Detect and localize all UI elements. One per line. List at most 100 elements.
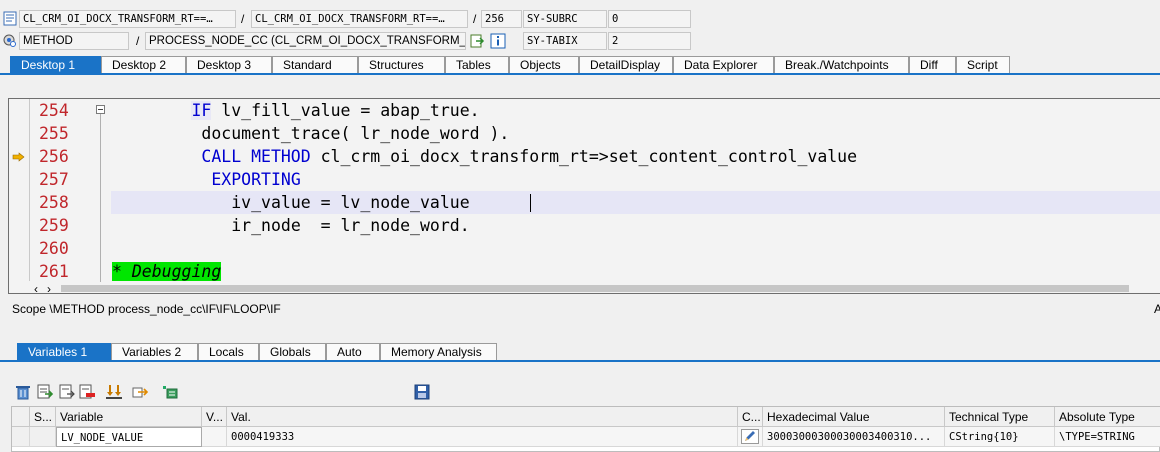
column-header-hex[interactable]: Hexadecimal Value [763,407,945,427]
code-text: CALL METHOD cl_crm_oi_docx_transform_rt=… [112,145,857,168]
variable-value[interactable]: 0000419333 [227,427,738,447]
table-cell-s [30,427,56,447]
change-value-cell[interactable] [738,427,763,447]
code-text: document_trace( lr_node_word ). [112,122,509,145]
tab-script[interactable]: Script [956,56,1010,73]
column-header-c[interactable]: C... [738,407,763,427]
tab-objects[interactable]: Objects [509,56,579,73]
column-header-s[interactable]: S... [30,407,56,427]
line-number: 259 [39,216,69,235]
variable-tabs: Variables 1 Variables 2 Locals Globals A… [17,343,497,361]
pencil-icon[interactable] [741,429,759,444]
scroll-right-icon[interactable]: › [47,282,51,293]
code-text: * Debugging [112,260,222,283]
code-line[interactable]: 254 IF lv_fill_value = abap_true. [9,99,1160,122]
code-line[interactable]: 256 CALL METHOD cl_crm_oi_docx_transform… [9,145,1160,168]
code-token: iv_value = lv_node_value [231,193,470,212]
source-code-editor[interactable]: 254 IF lv_fill_value = abap_true. 255 doc… [8,98,1160,294]
column-header-v[interactable]: V... [202,407,227,427]
row-selector[interactable] [12,427,30,447]
tab-variables-2[interactable]: Variables 2 [111,343,198,360]
save-icon[interactable] [413,384,431,400]
tab-structures[interactable]: Structures [358,56,445,73]
scope-right-label: A [1154,302,1160,316]
variables-table[interactable]: S... Variable V... Val. C... Hexadecimal… [11,406,1160,452]
code-line[interactable]: 261 * Debugging [9,260,1160,283]
code-keyword: EXPORTING [211,170,301,189]
new-entry-icon[interactable] [36,384,54,400]
info-icon[interactable] [490,33,506,49]
delete-row-icon[interactable] [78,384,96,400]
navigate-icon[interactable] [470,33,486,49]
code-line[interactable]: 259 ir_node = lr_node_word. [9,214,1160,237]
code-text: ir_node = lr_node_word. [112,214,469,237]
line-number: 261 [39,262,69,281]
sysvar-name-field-2[interactable]: SY-TABIX [523,32,607,50]
line-number: 256 [39,147,69,166]
tab-detaildisplay[interactable]: DetailDisplay [579,56,673,73]
code-text: IF lv_fill_value = abap_true. [112,99,480,122]
column-header-technical-type[interactable]: Technical Type [945,407,1055,427]
scope-path: Scope \METHOD process_node_cc\IF\IF\LOOP… [12,302,281,316]
code-line[interactable]: 260 [9,237,1160,260]
tab-locals[interactable]: Locals [198,343,259,360]
tab-underline [0,73,1160,75]
code-line[interactable]: 255 document_trace( lr_node_word ). [9,122,1160,145]
tab-auto[interactable]: Auto [326,343,380,360]
scroll-left-icon[interactable]: ‹ [34,282,38,293]
table-cell-v [202,427,227,447]
line-number: 257 [39,170,69,189]
code-keyword: CALL METHOD [201,147,311,166]
tab-break-watchpoints[interactable]: Break./Watchpoints [774,56,909,73]
column-header-absolute-type[interactable]: Absolute Type [1055,407,1160,427]
variable-name-input[interactable]: LV_NODE_VALUE [56,427,202,447]
code-text: iv_value = lv_node_value [112,191,470,214]
tab-desktop-1[interactable]: Desktop 1 [10,56,101,73]
settings-icon[interactable] [161,384,179,400]
tab-tables[interactable]: Tables [445,56,509,73]
tab-globals[interactable]: Globals [259,343,326,360]
event-type-field[interactable]: METHOD [19,32,129,50]
scrollbar-thumb[interactable] [61,285,1129,292]
tab-memory-analysis[interactable]: Memory Analysis [380,343,497,360]
horizontal-scrollbar[interactable]: ‹ › [29,282,1160,293]
tab-desktop-3[interactable]: Desktop 3 [186,56,272,73]
code-token: document_trace( lr_node_word ). [201,124,510,143]
row-selector-header [12,407,30,427]
sysvar-name-field[interactable]: SY-SUBRC [523,10,607,28]
tab-diff[interactable]: Diff [909,56,956,73]
export-icon[interactable] [131,384,149,400]
line-number: 254 [39,101,69,120]
include-field[interactable]: CL_CRM_OI_DOCX_TRANSFORM_RT==… [251,10,468,28]
code-token: lv_fill_value = abap_true. [211,101,480,120]
program-field[interactable]: CL_CRM_OI_DOCX_TRANSFORM_RT==… [19,10,236,28]
hex-value: 30003000300030003400310... [763,427,945,447]
text-cursor [530,194,531,212]
technical-type: CString{10} [945,427,1055,447]
variable-tab-underline [0,360,1160,362]
insert-row-icon[interactable] [58,384,76,400]
column-header-value[interactable]: Val. [227,407,738,427]
code-line[interactable]: 258 iv_value = lv_node_value [9,191,1160,214]
transfer-icon[interactable] [105,384,123,400]
sysvar-value-field-2: 2 [608,32,691,50]
tab-standard[interactable]: Standard [272,56,358,73]
code-line[interactable]: 257 EXPORTING [9,168,1160,191]
absolute-type: \TYPE=STRING [1055,427,1160,447]
tab-desktop-2[interactable]: Desktop 2 [101,56,186,73]
source-icon [3,11,19,27]
line-number-field[interactable]: 256 [481,10,522,28]
sysvar-value-field: 0 [608,10,691,28]
delete-icon[interactable] [14,384,32,400]
tab-variables-1[interactable]: Variables 1 [17,343,111,360]
code-text: EXPORTING [112,168,301,191]
tab-data-explorer[interactable]: Data Explorer [673,56,774,73]
event-field[interactable]: PROCESS_NODE_CC (CL_CRM_OI_DOCX_TRANSFOR… [145,32,466,50]
column-header-variable[interactable]: Variable [56,407,202,427]
separator: / [136,34,140,48]
